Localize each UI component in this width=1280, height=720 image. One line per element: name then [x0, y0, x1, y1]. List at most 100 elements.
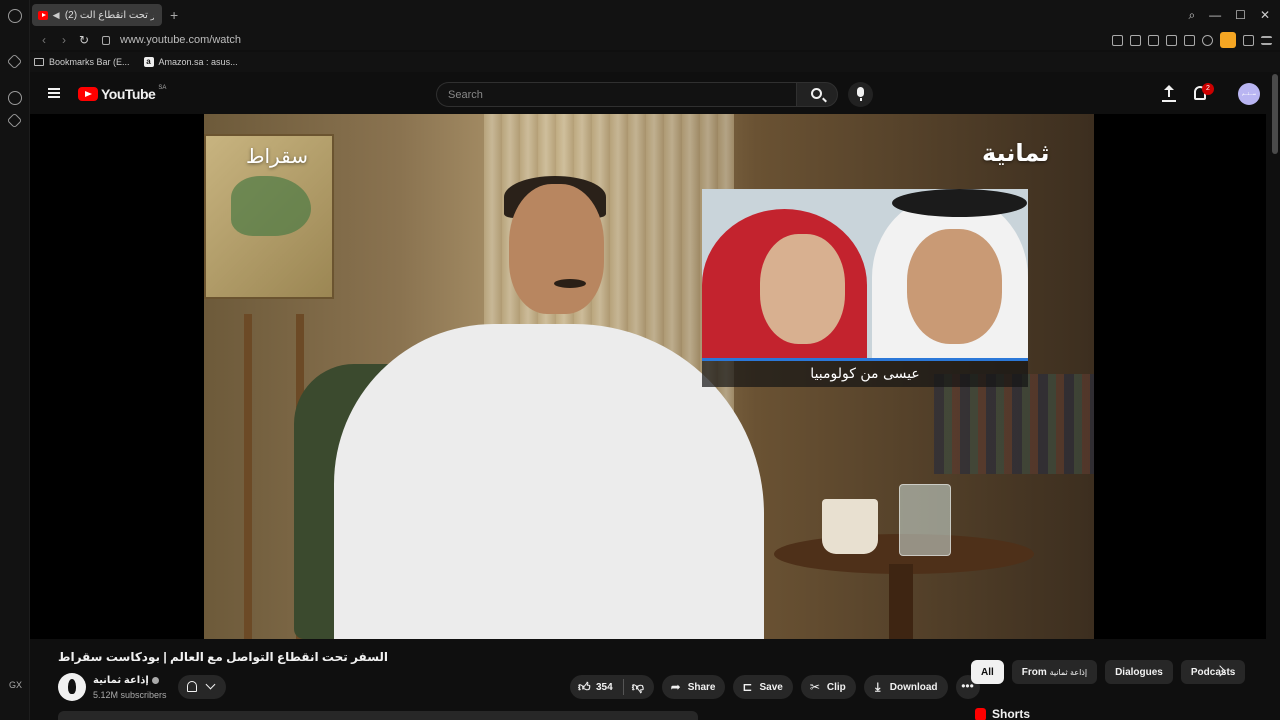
- like-dislike-group: 👍︎ 354 👎︎: [570, 675, 654, 699]
- bookmark-folder[interactable]: Bookmarks Bar (E...: [34, 57, 130, 67]
- folder-icon: [34, 58, 44, 66]
- download-icon[interactable]: [1243, 34, 1254, 46]
- search-button[interactable]: [796, 82, 838, 107]
- extension-toolbar: [1112, 32, 1272, 48]
- bookmark-amazon[interactable]: a Amazon.sa : asus...: [143, 57, 238, 67]
- opera-logo-icon[interactable]: [8, 9, 22, 23]
- subscriber-count: 5.12M subscribers: [93, 690, 167, 700]
- browser-sidebar: GX: [0, 0, 30, 720]
- share-label: Share: [687, 681, 716, 693]
- chip-from-channel[interactable]: From إذاعة ثمانية: [1011, 660, 1098, 684]
- guest-photo-inset: [702, 189, 1028, 361]
- close-button[interactable]: ✕: [1260, 8, 1270, 23]
- search-placeholder: Search: [448, 88, 483, 101]
- bookmarks-bar: Bookmarks Bar (E... a Amazon.sa : asus..…: [30, 52, 1280, 72]
- bookmark-icon[interactable]: [1112, 34, 1123, 46]
- gx-label: GX: [9, 680, 23, 690]
- like-count: 354: [596, 681, 613, 693]
- extensions-icon[interactable]: [6, 112, 23, 129]
- video-player[interactable]: سقراط ثمانية عيسى من كولومبيا: [30, 114, 1266, 639]
- youtube-logo[interactable]: YouTube SA: [78, 85, 167, 102]
- thumbs-down-icon: 👎︎: [631, 680, 644, 694]
- coffee-cup: [822, 499, 878, 554]
- notification-badge: 2: [1202, 83, 1214, 95]
- microphone-icon: [857, 87, 864, 101]
- search-tabs-icon[interactable]: ⌕: [1188, 8, 1195, 23]
- shield-icon[interactable]: [1148, 34, 1159, 46]
- clip-button[interactable]: ✂ Clip: [800, 675, 856, 699]
- shorts-section-header: Shorts: [975, 707, 1030, 720]
- bookmark-label: Amazon.sa : asus...: [158, 57, 238, 67]
- verified-icon: [151, 676, 159, 684]
- guest-caption: عيسى من كولومبيا: [702, 361, 1028, 387]
- tab-bar: ◀ (2) السفر تحت انقطاع الت + ⌕ — ☐ ✕: [30, 0, 1280, 30]
- like-button[interactable]: 👍︎ 354: [570, 675, 623, 699]
- reload-button[interactable]: ↻: [78, 33, 90, 47]
- chevron-down-icon: [205, 679, 216, 690]
- spotify-icon[interactable]: [8, 91, 22, 105]
- host-figure: [334, 324, 764, 639]
- url-field[interactable]: www.youtube.com/watch: [120, 34, 241, 46]
- water-glass: [899, 484, 951, 556]
- tab-title: (2) السفر تحت انقطاع الت: [64, 9, 154, 21]
- dislike-button[interactable]: 👎︎: [624, 675, 654, 699]
- bookshelf: [934, 374, 1094, 474]
- share-icon: ➦: [670, 680, 681, 694]
- description-box[interactable]: [58, 711, 698, 720]
- share-button[interactable]: ➦ Share: [661, 675, 726, 699]
- maximize-button[interactable]: ☐: [1235, 8, 1246, 23]
- channel-watermark: ثمانية: [982, 139, 1050, 167]
- youtube-play-icon: [78, 87, 98, 101]
- bell-icon: [187, 681, 197, 692]
- window-controls: ⌕ — ☐ ✕: [1188, 8, 1270, 23]
- host-head: [509, 184, 604, 314]
- chip-all[interactable]: All: [971, 660, 1004, 684]
- save-label: Save: [759, 681, 783, 693]
- channel-name[interactable]: إذاعة ثمانية: [93, 675, 159, 686]
- translate-icon[interactable]: [1166, 34, 1177, 46]
- speaker-icon[interactable]: ◀: [53, 10, 60, 20]
- lock-icon[interactable]: [102, 35, 110, 45]
- guide-menu-icon[interactable]: [48, 88, 60, 98]
- download-label: Download: [889, 681, 938, 693]
- new-tab-button[interactable]: +: [170, 7, 178, 23]
- address-bar: ‹ › ↻ www.youtube.com/watch: [30, 30, 1280, 50]
- action-bar: 👍︎ 354 👎︎ ➦ Share ⊏ Save ✂ Clip ⤓ Downlo…: [570, 675, 980, 699]
- back-button[interactable]: ‹: [38, 33, 50, 47]
- create-icon[interactable]: [1162, 85, 1176, 102]
- account-avatar[interactable]: ســـلـــم: [1238, 83, 1260, 105]
- play-icon[interactable]: [1184, 34, 1195, 46]
- search-input[interactable]: Search: [436, 82, 796, 107]
- chip-podcasts[interactable]: Podcasts: [1180, 660, 1246, 684]
- shorts-label: Shorts: [992, 707, 1031, 720]
- extension-orange-icon[interactable]: [1220, 32, 1236, 48]
- clip-label: Clip: [826, 681, 846, 693]
- menu-icon[interactable]: [1261, 35, 1272, 45]
- bookmark-save-icon: ⊏: [742, 680, 753, 694]
- save-button[interactable]: ⊏ Save: [733, 675, 793, 699]
- subscribed-button[interactable]: [178, 675, 226, 699]
- chip-from-prefix: From: [1021, 666, 1047, 678]
- youtube-favicon-icon: [38, 10, 48, 20]
- heart-icon[interactable]: [1202, 34, 1213, 46]
- scissors-icon: ✂: [809, 680, 820, 694]
- youtube-header: YouTube SA Search 2 ســـلـــم: [30, 74, 1268, 114]
- snapshot-icon[interactable]: [1130, 34, 1141, 46]
- region-code: SA: [158, 85, 167, 91]
- video-title: السفر تحت انقطاع التواصل مع العالم | بود…: [58, 650, 389, 664]
- channel-avatar[interactable]: [58, 673, 86, 701]
- aria-icon[interactable]: [6, 53, 23, 70]
- shorts-icon: [975, 707, 986, 720]
- page-scrollbar[interactable]: [1272, 74, 1278, 154]
- minimize-button[interactable]: —: [1209, 8, 1221, 23]
- amazon-icon: a: [143, 57, 154, 67]
- browser-tab[interactable]: ◀ (2) السفر تحت انقطاع الت: [32, 4, 162, 26]
- voice-search-button[interactable]: [848, 82, 873, 107]
- search-icon: [811, 88, 822, 99]
- bookmark-label: Bookmarks Bar (E...: [49, 57, 130, 67]
- forward-button[interactable]: ›: [58, 33, 70, 47]
- download-button[interactable]: ⤓ Download: [863, 675, 948, 699]
- chip-dialogues[interactable]: Dialogues: [1105, 660, 1173, 684]
- video-frame[interactable]: سقراط ثمانية عيسى من كولومبيا: [204, 114, 1094, 639]
- chip-from-channel-name: إذاعة ثمانية: [1049, 667, 1088, 677]
